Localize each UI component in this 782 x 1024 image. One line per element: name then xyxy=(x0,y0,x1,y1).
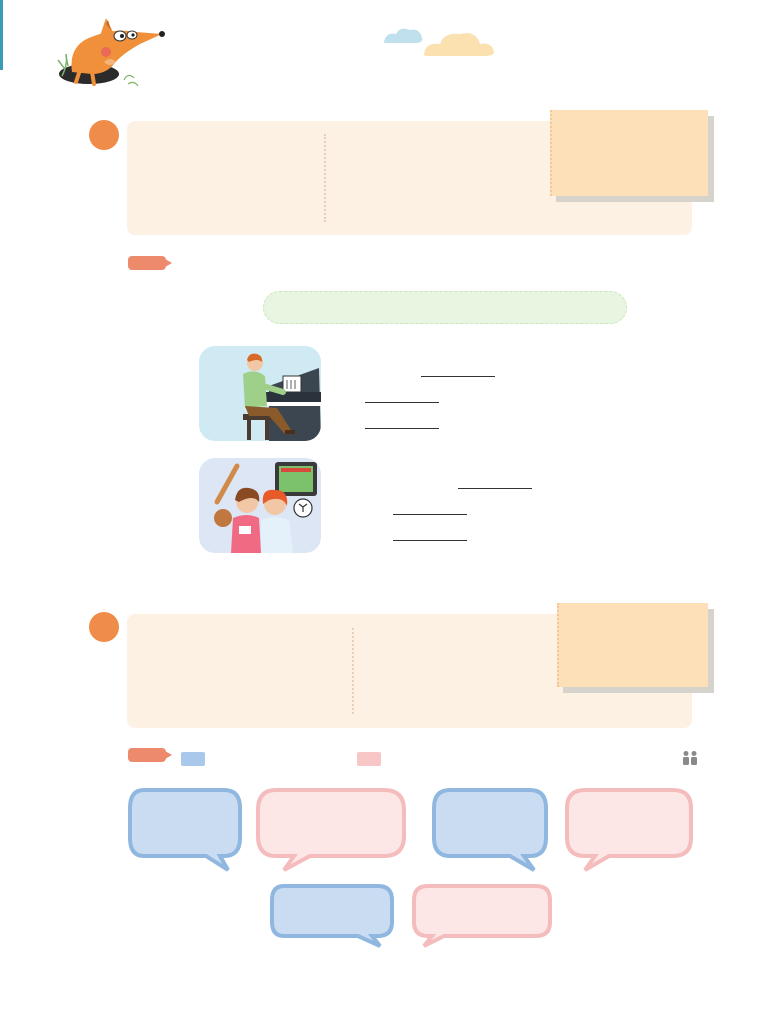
speech-bubble-pink[interactable] xyxy=(254,786,410,874)
answer-blank[interactable] xyxy=(365,428,439,429)
word-bank-bar xyxy=(263,291,627,324)
panel-divider xyxy=(324,134,326,222)
answer-blank[interactable] xyxy=(393,514,467,515)
answer-blank[interactable] xyxy=(365,402,439,403)
speech-bubble-blue[interactable] xyxy=(126,786,246,874)
cloud-icon xyxy=(383,28,494,56)
answer-blank[interactable] xyxy=(393,540,467,541)
speech-bubble-pink[interactable] xyxy=(410,882,554,948)
answer-blank[interactable] xyxy=(421,376,495,377)
sticky-note-1 xyxy=(550,110,708,196)
girls-with-sports-items-illustration xyxy=(199,458,321,553)
piano-player-illustration xyxy=(199,346,321,441)
sticky-note-2 xyxy=(557,603,708,687)
activity-tag-1 xyxy=(128,256,172,270)
section-number-badge-2 xyxy=(89,612,119,642)
activity-tag-2 xyxy=(128,748,172,762)
page-edge-marker xyxy=(0,0,3,70)
panel-divider xyxy=(352,628,354,714)
speech-bubble-pink[interactable] xyxy=(563,786,697,874)
fox-in-hole-icon xyxy=(57,18,165,86)
pair-work-icon xyxy=(683,751,697,765)
answer-blank[interactable] xyxy=(458,488,532,489)
speech-bubble-blue[interactable] xyxy=(430,786,552,874)
blue-color-key xyxy=(181,752,205,766)
speech-bubble-blue[interactable] xyxy=(268,882,396,948)
section-number-badge-1 xyxy=(89,120,119,150)
pink-color-key xyxy=(357,752,381,766)
